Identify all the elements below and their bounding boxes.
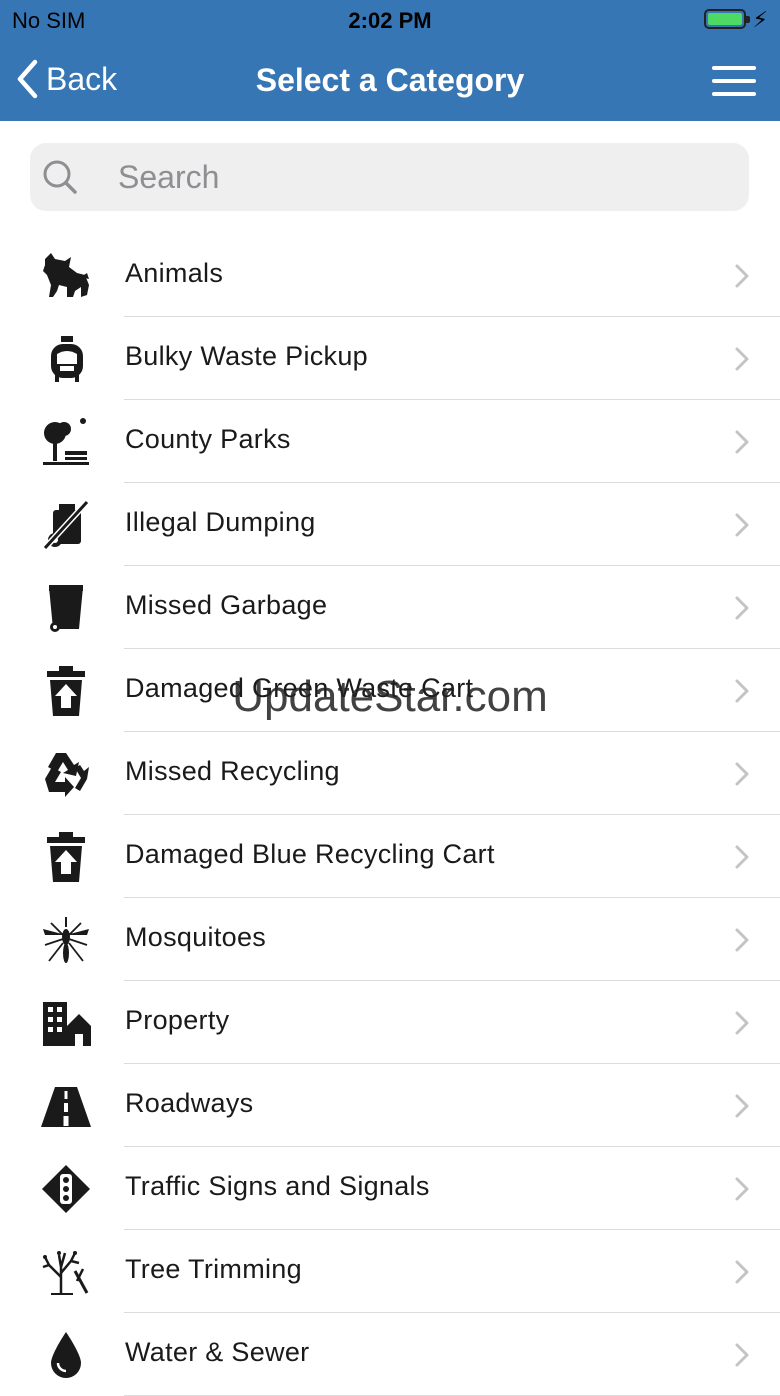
category-label: Mosquitoes [125,922,267,952]
chevron-right-icon [735,1177,749,1201]
chevron-right-icon [735,1343,749,1367]
category-label: Damaged Blue Recycling Cart [125,839,495,869]
dog-cat-icon [43,253,89,297]
back-button[interactable]: Back [16,54,117,104]
category-list: Animals Bulky Waste Pickup County Parks Ill… [0,234,780,1396]
garbage-bin-icon [49,585,83,632]
charging-bolt-icon: ⚡ [752,7,768,32]
chevron-left-icon [17,59,38,99]
category-label: County Parks [125,424,291,454]
chevron-right-icon [735,596,749,620]
navigation-bar: Back Select a Category [0,40,780,121]
water-drop-icon [51,1332,81,1378]
category-label: Animals [125,258,224,288]
category-row[interactable]: Missed Garbage [0,566,780,649]
chevron-right-icon [735,347,749,371]
buildings-icon [43,1002,91,1046]
chevron-right-icon [735,264,749,288]
clock: 2:02 PM [348,8,432,33]
category-row[interactable]: Tree Trimming [0,1230,780,1313]
chevron-right-icon [735,928,749,952]
category-row[interactable]: Bulky Waste Pickup [0,317,780,400]
chevron-right-icon [735,1260,749,1284]
chevron-right-icon [735,845,749,869]
chevron-right-icon [735,513,749,537]
category-label: Roadways [125,1088,254,1118]
chevron-right-icon [735,762,749,786]
category-row[interactable]: Damaged Blue Recycling Cart [0,815,780,898]
category-row[interactable]: Mosquitoes [0,898,780,981]
category-row[interactable]: Water & Sewer [0,1313,780,1396]
tree-trimming-icon [42,1251,89,1295]
category-row[interactable]: Animals [0,234,780,317]
category-label: Traffic Signs and Signals [125,1171,430,1201]
category-label: Missed Garbage [125,590,328,620]
category-label: Illegal Dumping [125,507,316,537]
chevron-right-icon [735,430,749,454]
road-icon [41,1087,91,1127]
category-label: Property [125,1005,230,1035]
category-row[interactable]: Property [0,981,780,1064]
category-row[interactable]: County Parks [0,400,780,483]
category-label: Missed Recycling [125,756,340,786]
category-row[interactable]: Missed Recycling [0,732,780,815]
category-label: Tree Trimming [125,1254,302,1284]
category-row[interactable]: Traffic Signs and Signals [0,1147,780,1230]
chevron-right-icon [735,1094,749,1118]
back-label: Back [46,60,118,97]
status-bar: No SIM 2:02 PM ⚡ [0,0,780,40]
chevron-right-icon [735,1011,749,1035]
hamburger-menu-icon[interactable] [712,66,756,96]
armchair-icon [51,336,83,382]
recycle-icon [45,753,89,797]
search-input[interactable] [118,143,718,211]
battery-charging-icon [704,9,750,29]
top-bar: No SIM 2:02 PM ⚡ Back Select a Category [0,0,780,121]
search-icon [43,160,77,194]
category-label: Bulky Waste Pickup [125,341,368,371]
category-label: Water & Sewer [125,1337,310,1367]
park-tree-bench-icon [43,418,89,465]
cart-upload-icon [47,832,85,882]
search-bar [30,143,749,211]
mosquito-icon [43,917,89,963]
traffic-signal-icon [42,1165,90,1213]
category-row[interactable]: Roadways [0,1064,780,1147]
watermark: UpdateStar.com [232,672,548,721]
category-row[interactable]: Illegal Dumping [0,483,780,566]
no-dumping-icon [42,500,90,550]
